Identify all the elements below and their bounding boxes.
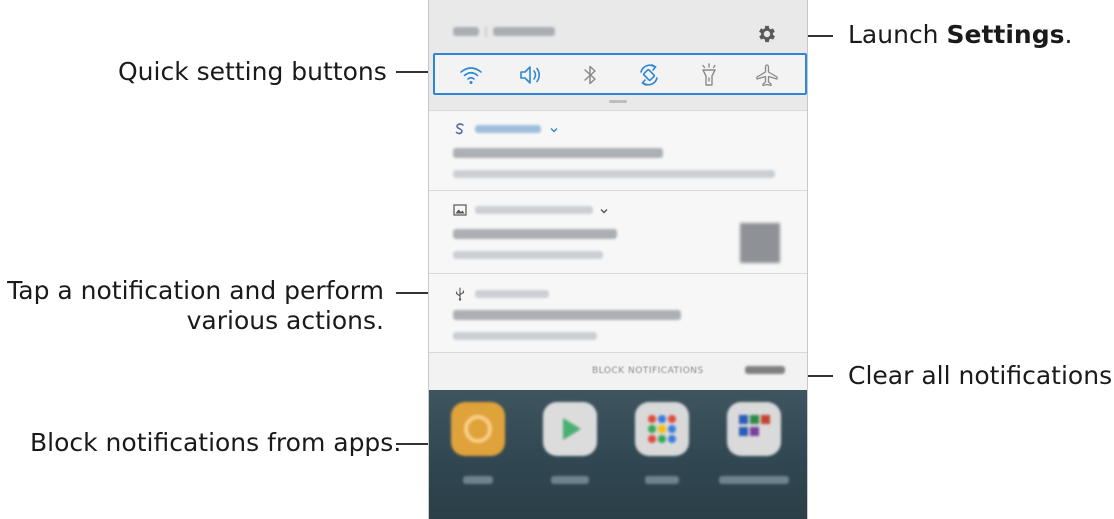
callout-launch-settings: Launch Settings. (848, 20, 1072, 50)
notification-actions-row: BLOCK NOTIFICATIONS (429, 352, 807, 391)
google-app-label (645, 476, 679, 484)
flashlight-icon[interactable] (695, 61, 723, 89)
notification-smart-switch[interactable] (429, 110, 807, 191)
auto-rotate-icon[interactable] (635, 61, 663, 89)
smart-switch-body (453, 170, 775, 178)
notification-panel[interactable]: BLOCK NOTIFICATIONS (428, 0, 808, 519)
play-store-app-label (551, 476, 589, 484)
quick-settings-bar (433, 53, 807, 95)
smart-switch-app-name (475, 125, 541, 133)
divider-text (485, 26, 487, 37)
clear-button[interactable] (745, 366, 785, 374)
flower-icon (464, 415, 492, 443)
gallery-app-label (463, 476, 493, 484)
clock-text (453, 27, 479, 36)
smart-switch-icon (455, 123, 464, 135)
screenshot-body (453, 251, 603, 259)
callout-clear-all: Clear all notifications. (848, 361, 1114, 390)
notification-screenshot[interactable] (429, 190, 807, 274)
usb-app-name (475, 290, 549, 298)
play-icon (563, 418, 581, 440)
screenshot-title (453, 229, 617, 239)
screenshot-thumbnail[interactable] (740, 223, 780, 263)
google-folder-icon[interactable] (635, 402, 689, 456)
callout-launch-suffix: . (1064, 20, 1073, 49)
gear-icon[interactable] (756, 23, 778, 45)
callout-block-notifications: Block notifications from apps. (30, 428, 402, 457)
callout-tap-line2: various actions. (186, 306, 384, 335)
airplane-mode-icon[interactable] (753, 61, 781, 89)
home-screen-background (429, 390, 807, 519)
chevron-down-icon[interactable] (599, 206, 609, 216)
block-notifications-button[interactable]: BLOCK NOTIFICATIONS (592, 366, 704, 376)
image-icon (453, 204, 467, 216)
callout-launch-prefix: Launch (848, 20, 947, 49)
microsoft-apps-icon (739, 415, 770, 436)
microsoft-apps-label (719, 476, 789, 484)
play-store-app-icon[interactable] (543, 402, 597, 456)
bluetooth-icon[interactable] (576, 61, 604, 89)
usb-body (453, 332, 597, 340)
callout-tap-line1: Tap a notification and perform (7, 276, 384, 305)
chevron-down-icon[interactable] (549, 125, 559, 135)
sound-icon[interactable] (516, 61, 544, 89)
notification-usb[interactable] (429, 273, 807, 353)
gallery-app-icon[interactable] (451, 402, 505, 456)
google-apps-icon (648, 415, 676, 443)
wifi-icon[interactable] (457, 61, 485, 89)
callout-launch-bold: Settings (946, 20, 1065, 49)
date-text (493, 27, 555, 36)
drag-handle[interactable] (609, 100, 627, 103)
leader-quick-settings (396, 71, 432, 73)
screenshot-app-name (475, 206, 593, 214)
panel-status-row (429, 0, 807, 50)
usb-title (453, 310, 681, 320)
callout-quick-settings: Quick setting buttons (118, 57, 387, 86)
callout-tap-notification: Tap a notification and perform various a… (7, 276, 384, 336)
usb-icon (455, 287, 465, 301)
smart-switch-title (453, 148, 663, 158)
microsoft-apps-folder-icon[interactable] (727, 402, 781, 456)
